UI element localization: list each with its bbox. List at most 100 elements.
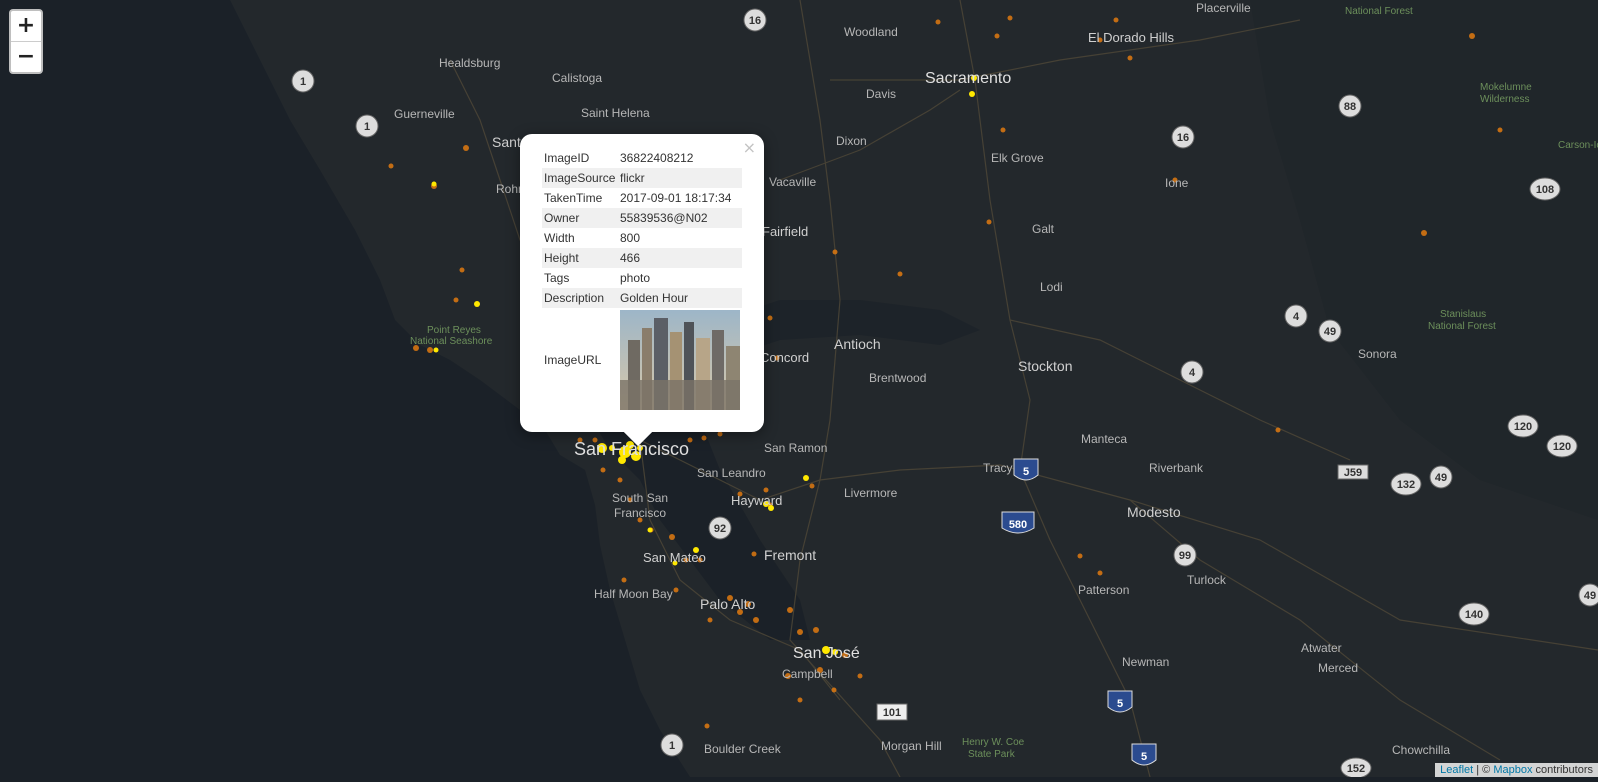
route-shield: 49	[1318, 319, 1342, 343]
place-label: National Forest	[1428, 321, 1496, 332]
route-shield: 1	[660, 733, 684, 757]
place-label: Lodi	[1040, 280, 1063, 294]
place-label: Morgan Hill	[881, 739, 942, 753]
map-canvas[interactable]: Healdsburg Calistoga Saint Helena Guerne…	[0, 0, 1598, 779]
place-label: Ione	[1165, 176, 1189, 190]
info-key: Tags	[544, 271, 570, 285]
route-shield: 88	[1338, 94, 1362, 118]
svg-text:49: 49	[1435, 472, 1447, 484]
place-label: Woodland	[844, 25, 898, 39]
place-label: Point Reyes	[427, 325, 481, 336]
svg-text:J59: J59	[1344, 467, 1362, 479]
place-label: Patterson	[1078, 583, 1129, 597]
place-label: Placerville	[1196, 1, 1251, 15]
route-shield: 16	[743, 8, 767, 32]
mapbox-link[interactable]: Mapbox	[1493, 764, 1532, 776]
table-row: ImageID 36822408212	[542, 148, 742, 168]
attribution-contributors: contributors	[1532, 764, 1593, 776]
place-label: El Dorado Hills	[1088, 30, 1174, 45]
route-shield: 101	[876, 703, 908, 721]
svg-text:99: 99	[1179, 550, 1191, 562]
place-label: Stockton	[1018, 358, 1072, 374]
table-row: Description Golden Hour	[542, 288, 742, 308]
place-label: Merced	[1318, 661, 1358, 675]
place-label: Half Moon Bay	[594, 587, 673, 601]
svg-text:5: 5	[1141, 751, 1147, 763]
table-row: Owner 55839536@N02	[542, 208, 742, 228]
zoom-control: + −	[9, 9, 43, 74]
svg-text:1: 1	[364, 121, 370, 133]
route-shield: 4	[1284, 304, 1308, 328]
svg-text:5: 5	[1023, 466, 1029, 478]
svg-text:4: 4	[1189, 367, 1196, 379]
svg-text:101: 101	[883, 707, 901, 719]
info-key: TakenTime	[544, 191, 603, 205]
svg-text:152: 152	[1347, 763, 1365, 775]
photo-thumbnail[interactable]	[620, 310, 740, 410]
svg-text:16: 16	[749, 15, 761, 27]
place-label: Concord	[760, 350, 809, 365]
place-label: Brentwood	[869, 371, 926, 385]
place-label: Sacramento	[925, 70, 1011, 87]
route-shield: 49	[1578, 583, 1598, 607]
svg-text:16: 16	[1177, 132, 1189, 144]
route-shield: 120	[1507, 414, 1539, 438]
info-key: Description	[542, 288, 618, 308]
place-label: Mokelumne	[1480, 82, 1532, 93]
info-key: ImageID	[544, 151, 590, 165]
route-shield: 4	[1180, 360, 1204, 384]
info-value: flickr	[618, 168, 742, 188]
info-value: photo	[620, 271, 651, 285]
table-row: Tags photo	[542, 268, 742, 288]
table-row: Width 800	[542, 228, 742, 248]
table-row: ImageURL	[542, 308, 742, 412]
photo-popup: × ImageID 36822408212 ImageSource flickr T…	[520, 134, 764, 447]
svg-text:140: 140	[1465, 609, 1483, 621]
svg-text:580: 580	[1009, 519, 1027, 531]
interstate-shield: 580	[1001, 511, 1035, 534]
place-label: Fairfield	[762, 224, 808, 239]
svg-text:49: 49	[1584, 590, 1596, 602]
info-key: ImageURL	[544, 353, 602, 367]
zoom-in-button[interactable]: +	[11, 11, 41, 42]
map-layer: Healdsburg Calistoga Saint Helena Guerne…	[0, 0, 1598, 779]
place-label: Modesto	[1127, 504, 1181, 520]
place-label: Atwater	[1301, 641, 1342, 655]
route-shield: 152	[1340, 757, 1372, 779]
svg-text:120: 120	[1514, 421, 1532, 433]
info-value: 36822408212	[620, 151, 694, 165]
place-label: Wilderness	[1480, 94, 1529, 105]
table-row: ImageSource flickr	[542, 168, 742, 188]
place-label: State Park	[968, 749, 1016, 760]
route-shield: 120	[1546, 434, 1578, 458]
table-row: Height 466	[542, 248, 742, 268]
info-value: 466	[618, 248, 742, 268]
place-label: Manteca	[1081, 432, 1127, 446]
svg-text:4: 4	[1293, 311, 1300, 323]
route-shield: 1	[291, 69, 315, 93]
info-value: 800	[620, 231, 641, 245]
svg-text:92: 92	[714, 523, 726, 535]
zoom-out-button[interactable]: −	[11, 42, 41, 72]
place-label: Newman	[1122, 655, 1169, 669]
place-label: Elk Grove	[991, 151, 1044, 165]
place-label: Turlock	[1187, 573, 1227, 587]
route-shield: 1	[355, 114, 379, 138]
popup-close-button[interactable]: ×	[743, 138, 756, 157]
leaflet-link[interactable]: Leaflet	[1440, 764, 1473, 776]
svg-text:1: 1	[669, 740, 675, 752]
place-label: Vacaville	[769, 175, 816, 189]
place-label: Davis	[866, 87, 896, 101]
route-shield: 49	[1429, 465, 1453, 489]
info-value: Golden Hour	[618, 288, 742, 308]
place-label: Galt	[1032, 222, 1055, 236]
place-label: South San	[612, 491, 668, 505]
place-label: Tracy	[983, 461, 1013, 475]
svg-text:5: 5	[1117, 698, 1123, 710]
place-label: San Leandro	[697, 466, 766, 480]
place-label: Boulder Creek	[704, 742, 782, 756]
route-shield: J59	[1337, 464, 1369, 480]
route-shield: 108	[1529, 177, 1561, 201]
place-label: Stanislaus	[1440, 309, 1486, 320]
route-shield: 92	[708, 516, 732, 540]
